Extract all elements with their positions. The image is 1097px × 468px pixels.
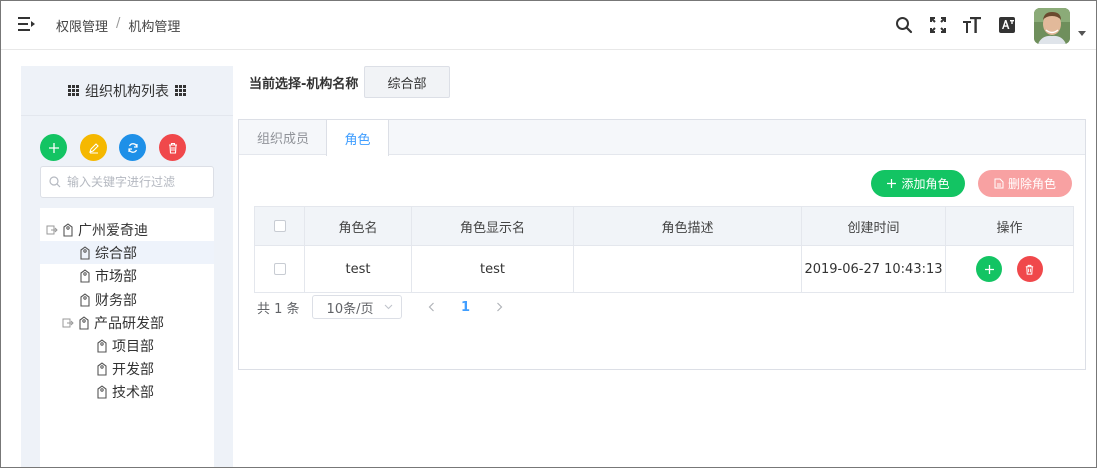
tree-node-general-dept[interactable]: 综合部 <box>40 241 214 264</box>
tree-node-dev-dept[interactable]: 开发部 <box>96 357 154 380</box>
table-row: test test 2019-06-27 10:43:13 <box>254 245 1074 293</box>
select-all-checkbox[interactable] <box>273 220 286 232</box>
plus-icon <box>887 179 897 188</box>
tag-icon <box>97 361 107 376</box>
tab-bar: 组织成员 角色 <box>239 120 1085 156</box>
plus-icon <box>48 142 59 153</box>
breadcrumb-item-org: 机构管理 <box>128 20 181 35</box>
menu-fold-icon[interactable] <box>18 16 36 32</box>
row-delete-button[interactable] <box>1016 256 1043 282</box>
column-header: 角色名 <box>304 206 412 246</box>
org-tree-title: 组织机构列表 <box>85 83 169 100</box>
pagination-total: 共 1 条 <box>257 301 300 317</box>
chevron-down-icon <box>384 304 392 310</box>
row-select-cell <box>254 245 305 293</box>
org-tree-header: 组织机构列表 <box>21 66 233 116</box>
tree-node-label: 综合部 <box>95 245 137 262</box>
grid-icon <box>68 85 79 96</box>
search-icon[interactable] <box>893 14 915 36</box>
tab-members[interactable]: 组织成员 <box>239 120 327 155</box>
tree-node-label: 项目部 <box>112 338 154 355</box>
tree-node-label: 产品研发部 <box>94 315 164 332</box>
column-header: 创建时间 <box>801 206 946 246</box>
role-card: 组织成员 角色 添加角色 删除角色 角色名 角色显示名 角色描述 创建时间 操作 <box>238 119 1086 370</box>
page-number-current[interactable]: 1 <box>454 295 478 319</box>
column-header: 操作 <box>945 206 1074 246</box>
tab-roles[interactable]: 角色 <box>326 120 389 156</box>
delete-role-button[interactable]: 删除角色 <box>978 170 1072 197</box>
plus-icon <box>984 264 994 274</box>
edit-org-button[interactable] <box>80 134 107 161</box>
trash-icon <box>168 142 177 154</box>
document-icon <box>994 178 1004 189</box>
created-time-cell: 2019-06-27 10:43:13 <box>801 245 946 293</box>
trash-icon <box>1025 264 1034 275</box>
tag-icon <box>80 292 90 307</box>
font-size-icon[interactable] <box>961 14 983 36</box>
translate-icon[interactable] <box>996 14 1018 36</box>
tree-node-rnd-dept[interactable]: 产品研发部 <box>62 311 164 334</box>
operation-cell <box>945 245 1074 293</box>
tag-icon <box>80 268 90 283</box>
tag-icon <box>63 222 73 237</box>
tree-node-label: 广州爱奇迪 <box>78 222 148 239</box>
tag-icon <box>97 384 107 399</box>
select-all-cell <box>254 206 305 246</box>
column-header: 角色描述 <box>573 206 802 246</box>
page-size-select[interactable]: 10条/页 <box>311 295 402 319</box>
row-checkbox[interactable] <box>273 263 286 275</box>
tag-icon <box>80 245 90 260</box>
add-role-label: 添加角色 <box>901 177 950 191</box>
tree-node-label: 技术部 <box>112 384 154 401</box>
tree-node-tech-dept[interactable]: 技术部 <box>96 380 154 403</box>
tag-icon <box>79 315 89 330</box>
breadcrumb: 权限管理 / 机构管理 <box>56 16 180 35</box>
grid-icon <box>175 85 186 96</box>
column-header: 角色显示名 <box>411 206 574 246</box>
tree-node-finance-dept[interactable]: 财务部 <box>79 288 137 311</box>
delete-role-label: 删除角色 <box>1007 177 1056 191</box>
chevron-right-icon <box>497 302 503 312</box>
selection-label: 当前选择-机构名称 <box>249 77 359 92</box>
page-size-value: 10条/页 <box>326 301 374 317</box>
refresh-org-button[interactable] <box>119 134 146 161</box>
tree-node-root[interactable]: 广州爱奇迪 <box>46 218 148 241</box>
tree-node-marketing-dept[interactable]: 市场部 <box>79 264 137 287</box>
refresh-icon <box>127 142 138 153</box>
user-avatar[interactable] <box>1034 8 1070 44</box>
add-role-button[interactable]: 添加角色 <box>871 170 965 197</box>
tree-filter-input[interactable] <box>67 175 207 189</box>
top-header: 权限管理 / 机构管理 <box>1 1 1096 50</box>
chevron-down-icon[interactable] <box>1078 31 1086 36</box>
org-tree-panel: 组织机构列表 广州爱奇迪 综合部 市场部 财务部 <box>21 66 233 468</box>
breadcrumb-separator: / <box>116 16 121 31</box>
tree-node-label: 开发部 <box>112 361 154 378</box>
collapse-toggle-icon[interactable] <box>46 224 58 236</box>
table-header-row: 角色名 角色显示名 角色描述 创建时间 操作 <box>254 206 1074 246</box>
search-icon <box>49 176 61 188</box>
role-display-name-cell: test <box>411 245 574 293</box>
breadcrumb-item-permission[interactable]: 权限管理 <box>56 16 108 35</box>
row-add-button[interactable] <box>976 256 1003 282</box>
role-table: 角色名 角色显示名 角色描述 创建时间 操作 test test 2019-06… <box>254 206 1074 293</box>
delete-org-button[interactable] <box>159 134 186 161</box>
pagination: 共 1 条 10条/页 1 <box>257 295 512 319</box>
tree-node-label: 财务部 <box>95 292 137 309</box>
add-org-button[interactable] <box>40 134 67 161</box>
tree-node-label: 市场部 <box>95 268 137 285</box>
role-name-cell: test <box>304 245 412 293</box>
role-description-cell <box>573 245 802 293</box>
collapse-toggle-icon[interactable] <box>62 317 74 329</box>
edit-icon <box>88 142 99 153</box>
org-tree: 广州爱奇迪 综合部 市场部 财务部 产品研发部 项目部 开发部 技术部 <box>40 208 214 468</box>
tree-filter[interactable] <box>40 166 214 198</box>
tree-node-project-dept[interactable]: 项目部 <box>96 334 154 357</box>
fullscreen-icon[interactable] <box>927 14 949 36</box>
selection-value: 综合部 <box>364 66 450 98</box>
chevron-left-icon <box>428 302 434 312</box>
next-page-button[interactable] <box>488 295 512 319</box>
prev-page-button[interactable] <box>420 295 444 319</box>
tag-icon <box>97 338 107 353</box>
